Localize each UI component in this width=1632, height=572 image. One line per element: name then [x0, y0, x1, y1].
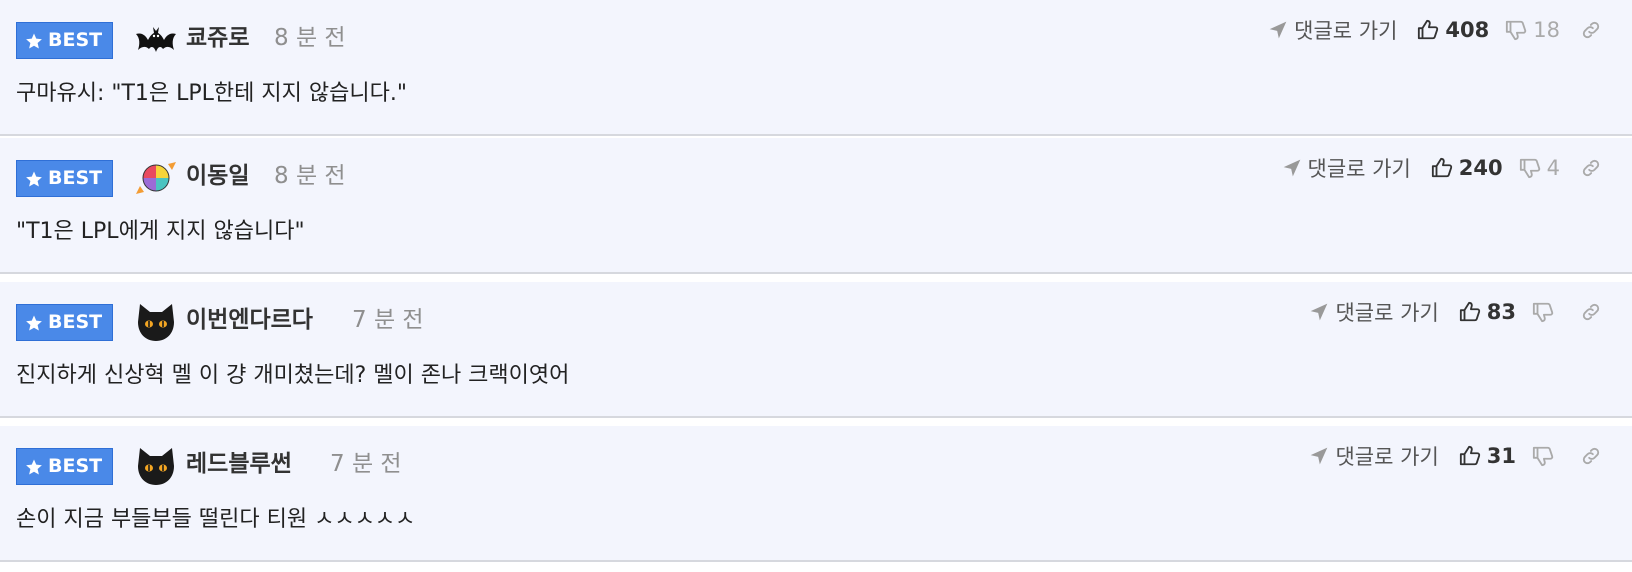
like-count: 240 [1458, 156, 1503, 180]
best-label: BEST [48, 311, 103, 333]
reply-label: 댓글로 가기 [1307, 157, 1411, 181]
dislike-count: 18 [1533, 18, 1560, 42]
arrow-icon [1311, 447, 1328, 465]
go-to-reply-button[interactable]: 댓글로 가기 [1309, 441, 1439, 471]
candy-icon [136, 162, 176, 194]
best-comment: BEST 이동일 8 분 전 "T1은 LPL에게 지지 않습니다" 댓글로 가… [0, 138, 1632, 274]
nickname[interactable]: 쿄쥬로 [186, 20, 249, 56]
bat-icon [136, 27, 176, 52]
comment-text: 손이 지금 부들부들 떨린다 티원 ㅅㅅㅅㅅㅅ [16, 507, 416, 532]
dislike-count: 4 [1546, 156, 1560, 180]
nickname[interactable]: 이동일 [186, 158, 249, 194]
star-icon [26, 33, 42, 48]
go-to-reply-button[interactable]: 댓글로 가기 [1309, 297, 1439, 327]
comment-text: 진지하게 신상혁 멜 이 걍 개미쳤는데? 멜이 존나 크랙이엿어 [16, 363, 570, 388]
go-to-reply-button[interactable]: 댓글로 가기 [1282, 153, 1411, 183]
best-label: BEST [48, 29, 103, 51]
nickname[interactable]: 이번엔다르다 [186, 302, 313, 338]
like-button[interactable]: 408 [1417, 18, 1489, 42]
timestamp: 8 분 전 [274, 25, 346, 51]
link-icon [1582, 159, 1600, 177]
thumbs-up-icon [1431, 157, 1452, 178]
copy-link-button[interactable] [1580, 157, 1602, 179]
thumbs-up-icon [1418, 19, 1439, 40]
star-icon [26, 459, 42, 474]
thumbs-down-icon [1532, 302, 1554, 323]
copy-link-button[interactable] [1580, 301, 1602, 323]
best-comment: BEST 쿄쥬로 8 분 전 구마유시: "T1은 LPL한테 지지 않습니다.… [0, 0, 1632, 136]
like-count: 408 [1445, 18, 1490, 42]
star-icon [26, 171, 42, 186]
thumbs-down-icon [1506, 20, 1527, 41]
like-button[interactable]: 240 [1431, 156, 1503, 180]
reply-label: 댓글로 가기 [1335, 301, 1439, 325]
go-to-reply-button[interactable]: 댓글로 가기 [1268, 15, 1397, 45]
comment-actions: 댓글로 가기 240 4 [1282, 150, 1603, 186]
best-label: BEST [48, 167, 103, 189]
thumbs-up-icon [1459, 301, 1480, 322]
dislike-button[interactable]: 18 [1505, 18, 1560, 42]
comment-text: 구마유시: "T1은 LPL한테 지지 않습니다." [16, 81, 407, 106]
link-icon [1582, 303, 1600, 321]
black-cat-icon [138, 448, 174, 485]
timestamp: 7 분 전 [330, 451, 402, 477]
best-comment: BEST 이번엔다르다 7 분 전 진지하게 신상혁 멜 이 걍 개미쳤는데? … [0, 282, 1632, 418]
like-count: 31 [1486, 444, 1516, 468]
timestamp: 7 분 전 [352, 307, 424, 333]
like-count: 83 [1486, 300, 1516, 324]
best-badge: BEST [16, 160, 113, 197]
best-badge: BEST [16, 304, 113, 341]
comment-actions: 댓글로 가기 83 [1309, 294, 1602, 330]
black-cat-icon [138, 304, 174, 341]
like-button[interactable]: 31 [1459, 444, 1516, 468]
dislike-button[interactable] [1532, 445, 1560, 467]
like-button[interactable]: 83 [1459, 300, 1516, 324]
arrow-icon [1311, 303, 1328, 321]
thumbs-down-icon [1532, 446, 1554, 467]
best-badge: BEST [16, 22, 113, 59]
dislike-button[interactable]: 4 [1519, 156, 1560, 180]
arrow-icon [1269, 21, 1287, 39]
arrow-icon [1283, 159, 1300, 177]
link-icon [1582, 21, 1600, 39]
comment-actions: 댓글로 가기 31 [1309, 438, 1602, 474]
dislike-button[interactable] [1532, 301, 1560, 323]
thumbs-up-icon [1459, 445, 1480, 466]
best-badge: BEST [16, 448, 113, 485]
reply-label: 댓글로 가기 [1294, 19, 1398, 43]
thumbs-down-icon [1519, 158, 1540, 179]
copy-link-button[interactable] [1580, 19, 1602, 41]
best-label: BEST [48, 455, 103, 477]
comment-actions: 댓글로 가기 408 18 [1268, 12, 1602, 48]
comment-text: "T1은 LPL에게 지지 않습니다" [16, 219, 305, 244]
link-icon [1582, 447, 1600, 465]
timestamp: 8 분 전 [274, 163, 346, 189]
comment-list: BEST 쿄쥬로 8 분 전 구마유시: "T1은 LPL한테 지지 않습니다.… [0, 0, 1632, 572]
copy-link-button[interactable] [1580, 445, 1602, 467]
nickname[interactable]: 레드블루썬 [186, 446, 292, 482]
reply-label: 댓글로 가기 [1335, 445, 1439, 469]
best-comment: BEST 레드블루썬 7 분 전 손이 지금 부들부들 떨린다 티원 ㅅㅅㅅㅅㅅ… [0, 426, 1632, 562]
star-icon [26, 315, 42, 330]
